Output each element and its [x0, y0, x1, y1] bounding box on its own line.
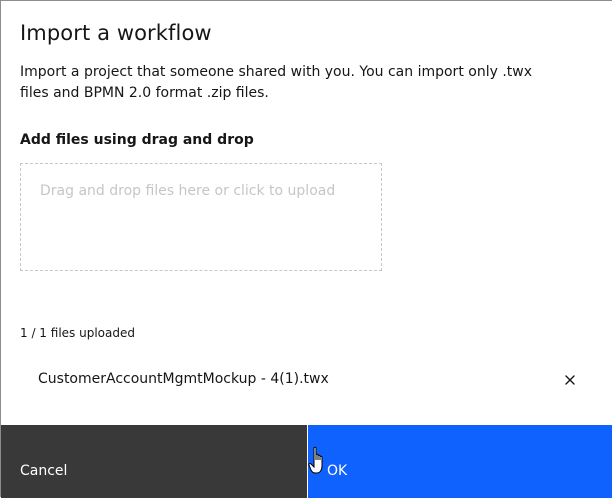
- uploaded-file-item: CustomerAccountMgmtMockup - 4(1).twx: [20, 359, 594, 401]
- import-workflow-modal: Import a workflow Import a project that …: [0, 0, 612, 498]
- drag-drop-label: Add files using drag and drop: [20, 132, 254, 148]
- cancel-button[interactable]: Cancel: [1, 425, 308, 498]
- hand-pointer-icon: [308, 446, 323, 474]
- modal-description: Import a project that someone shared wit…: [20, 64, 532, 101]
- modal-title: Import a workflow: [20, 21, 212, 45]
- modal-footer: Cancel OK: [1, 425, 612, 498]
- ok-button[interactable]: OK: [308, 425, 612, 498]
- remove-file-button[interactable]: [560, 370, 580, 390]
- file-name: CustomerAccountMgmtMockup - 4(1).twx: [38, 371, 329, 387]
- close-icon: [565, 375, 575, 385]
- upload-status: 1 / 1 files uploaded: [20, 326, 135, 340]
- dropzone-text: Drag and drop files here or click to upl…: [40, 183, 336, 199]
- file-dropzone[interactable]: Drag and drop files here or click to upl…: [20, 163, 382, 271]
